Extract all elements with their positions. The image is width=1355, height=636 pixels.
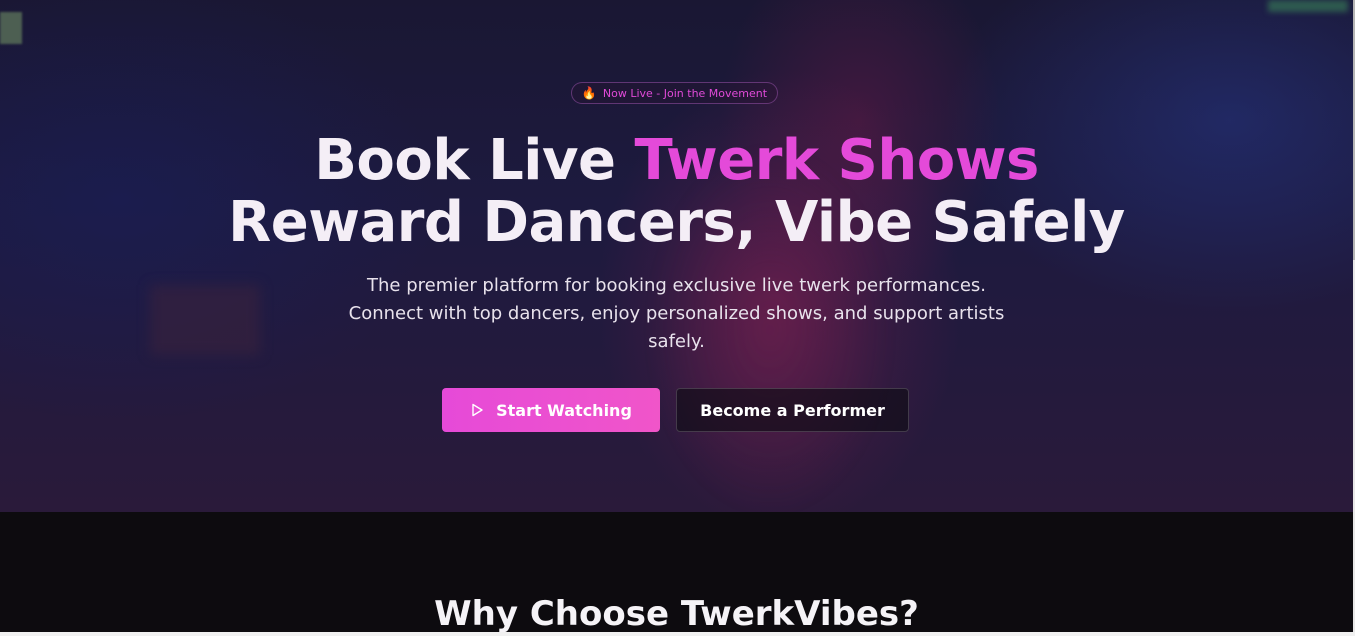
- background-blur-shape: [150, 285, 260, 355]
- hero-section: 🔥 Now Live - Join the Movement Book Live…: [0, 0, 1353, 512]
- horizontal-scrollbar[interactable]: [0, 632, 1355, 636]
- play-icon: [472, 403, 483, 417]
- features-title: Why Choose TwerkVibes?: [434, 594, 919, 634]
- features-section: Why Choose TwerkVibes?: [0, 512, 1353, 636]
- become-performer-label: Become a Performer: [700, 400, 885, 420]
- start-watching-button[interactable]: Start Watching: [442, 388, 660, 432]
- background-blur-shape: [0, 12, 22, 44]
- start-watching-label: Start Watching: [496, 400, 632, 420]
- hero-subtext: The premier platform for booking exclusi…: [348, 275, 1005, 352]
- live-badge-text: Now Live - Join the Movement: [602, 86, 768, 100]
- landing-page: 🔥 Now Live - Join the Movement Book Live…: [0, 0, 1355, 636]
- hero-headline-line2: Reward Dancers, Vibe Safely: [228, 190, 1125, 255]
- hero-headline-line1: Book Live Twerk Shows: [0, 130, 1353, 192]
- headline-accent: Twerk Shows: [634, 128, 1039, 193]
- background-dancer-image: [540, 0, 960, 512]
- live-badge: 🔥 Now Live - Join the Movement: [571, 82, 778, 104]
- background-blur-shape: [1268, 0, 1348, 12]
- headline-prefix: Book Live: [314, 128, 635, 193]
- flame-icon: 🔥: [581, 86, 597, 100]
- become-performer-button[interactable]: Become a Performer: [676, 388, 909, 432]
